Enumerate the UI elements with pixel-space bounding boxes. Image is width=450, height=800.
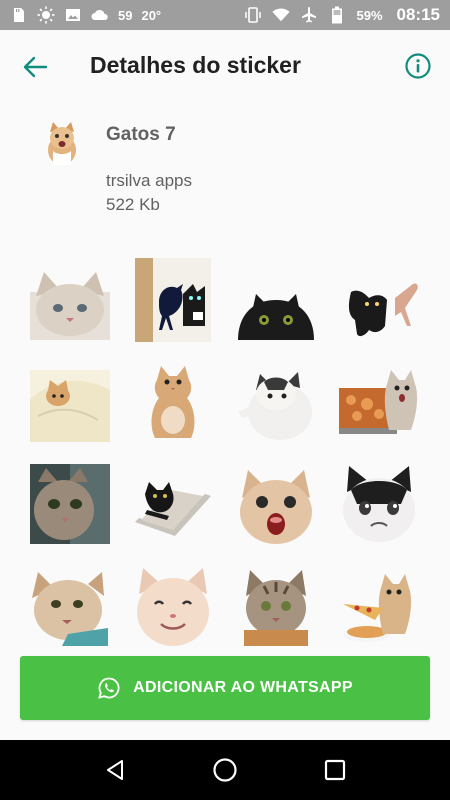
sticker-item[interactable] bbox=[123, 250, 223, 350]
smiling-cat-sticker-icon bbox=[137, 568, 209, 646]
cloud-icon bbox=[91, 6, 109, 24]
cat-laptop-sticker-icon bbox=[135, 482, 211, 536]
pack-thumbnail bbox=[46, 120, 78, 166]
info-icon bbox=[405, 53, 431, 79]
sticker-item[interactable] bbox=[329, 352, 429, 452]
page-title: Detalhes do sticker bbox=[90, 52, 301, 78]
status-bar: 59 20° 59% 08:15 bbox=[0, 0, 450, 30]
nav-home-button[interactable] bbox=[210, 755, 240, 785]
back-button[interactable] bbox=[22, 54, 48, 80]
sticker-item[interactable] bbox=[226, 556, 326, 656]
pack-name: Gatos 7 bbox=[106, 124, 176, 145]
sticker-item[interactable] bbox=[226, 352, 326, 452]
sticker-item[interactable] bbox=[123, 556, 223, 656]
info-button[interactable] bbox=[404, 52, 432, 80]
add-to-whatsapp-button[interactable]: ADICIONAR AO WHATSAPP bbox=[20, 656, 430, 720]
cat-pizza-tray-sticker-icon bbox=[339, 370, 418, 434]
circle-home-icon bbox=[213, 758, 237, 782]
square-recents-icon bbox=[324, 759, 346, 781]
sitting-cat-sticker-icon bbox=[151, 366, 195, 438]
sticker-item[interactable] bbox=[20, 454, 120, 554]
triangle-back-icon bbox=[107, 760, 123, 780]
app-bar: Detalhes do sticker bbox=[0, 30, 450, 102]
battery-level: 59% bbox=[356, 7, 383, 23]
cat-selfie-sticker-icon bbox=[30, 464, 110, 544]
screaming-cat-sticker-icon bbox=[240, 470, 312, 544]
sticker-item[interactable] bbox=[329, 250, 429, 350]
grumpy-cat-sticker-icon bbox=[32, 572, 108, 646]
clock: 08:15 bbox=[396, 5, 440, 24]
nav-recents-button[interactable] bbox=[320, 755, 350, 785]
sticker-item[interactable] bbox=[329, 454, 429, 554]
airplane-icon bbox=[300, 6, 318, 24]
sticker-item[interactable] bbox=[226, 250, 326, 350]
sticker-item[interactable] bbox=[123, 454, 223, 554]
battery-icon bbox=[328, 6, 346, 24]
sd-card-icon bbox=[10, 6, 28, 24]
sticker-item[interactable] bbox=[20, 352, 120, 452]
cat-crow-sticker-icon bbox=[135, 258, 211, 342]
sticker-grid bbox=[20, 250, 430, 656]
cat-sticker-1-icon bbox=[30, 272, 110, 340]
nav-back-button[interactable] bbox=[100, 755, 130, 785]
temperature: 20° bbox=[141, 7, 162, 23]
cat-in-bed-sticker-icon bbox=[30, 370, 110, 442]
notification-count: 59 bbox=[118, 7, 133, 23]
back-arrow-icon bbox=[23, 56, 48, 78]
whatsapp-icon bbox=[98, 677, 120, 699]
sticker-item[interactable] bbox=[226, 454, 326, 554]
pack-author: trsilva apps bbox=[106, 171, 192, 190]
black-cat-hands-sticker-icon bbox=[348, 283, 418, 337]
tabby-cat-sticker-icon bbox=[244, 570, 308, 646]
wifi-icon bbox=[272, 6, 291, 24]
sticker-item[interactable] bbox=[123, 352, 223, 452]
sticker-item[interactable] bbox=[329, 556, 429, 656]
cat-thumbnail-icon bbox=[48, 122, 76, 165]
crying-cat-sticker-icon bbox=[343, 466, 415, 542]
chubby-cat-sticker-icon bbox=[238, 372, 312, 440]
cat-pizza-sticker-icon bbox=[343, 574, 412, 642]
brightness-icon bbox=[37, 6, 55, 24]
pack-size: 522 Kb bbox=[106, 195, 160, 214]
navigation-bar bbox=[0, 740, 450, 800]
sticker-item[interactable] bbox=[20, 250, 120, 350]
black-cat-sticker-icon bbox=[238, 294, 314, 340]
add-button-label: ADICIONAR AO WHATSAPP bbox=[133, 679, 353, 696]
sticker-item[interactable] bbox=[20, 556, 120, 656]
image-icon bbox=[64, 6, 82, 24]
vibrate-icon bbox=[244, 6, 262, 24]
